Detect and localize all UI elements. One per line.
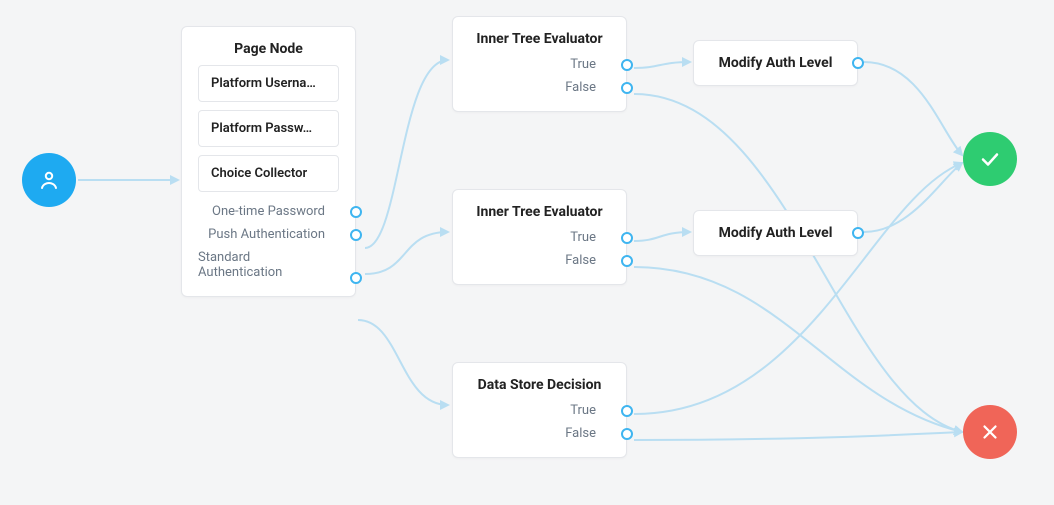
flow-canvas[interactable]: Page Node Platform Userna… Platform Pass… — [0, 0, 1054, 505]
node-title: Inner Tree Evaluator — [469, 31, 610, 47]
output-port[interactable] — [852, 227, 864, 239]
node-output[interactable]: True — [469, 53, 610, 76]
output-port[interactable] — [350, 229, 362, 241]
inner-tree-evaluator-node[interactable]: Inner Tree Evaluator True False — [452, 189, 627, 285]
output-label: One-time Password — [212, 204, 339, 219]
output-label: Push Authentication — [208, 227, 339, 242]
node-title: Inner Tree Evaluator — [469, 204, 610, 220]
failure-node[interactable] — [963, 405, 1017, 459]
output-port[interactable] — [621, 255, 633, 267]
modify-auth-level-node[interactable]: Modify Auth Level — [693, 40, 858, 86]
output-port[interactable] — [621, 232, 633, 244]
page-node-item[interactable]: Platform Userna… — [198, 65, 339, 102]
output-port[interactable] — [621, 428, 633, 440]
cross-icon — [979, 421, 1001, 443]
output-port[interactable] — [621, 82, 633, 94]
success-node[interactable] — [963, 132, 1017, 186]
node-output[interactable]: True — [469, 399, 610, 422]
node-output[interactable]: False — [469, 422, 610, 445]
output-label: True — [570, 403, 610, 418]
output-port[interactable] — [350, 206, 362, 218]
output-label: True — [570, 230, 610, 245]
output-label: False — [565, 253, 610, 268]
page-node-output[interactable]: One-time Password — [198, 200, 339, 223]
output-label: Standard Authentication — [198, 250, 339, 280]
inner-tree-evaluator-node[interactable]: Inner Tree Evaluator True False — [452, 16, 627, 112]
person-icon — [37, 168, 61, 192]
check-icon — [978, 147, 1002, 171]
data-store-decision-node[interactable]: Data Store Decision True False — [452, 362, 627, 458]
modify-auth-level-node[interactable]: Modify Auth Level — [693, 210, 858, 256]
node-output[interactable]: False — [469, 76, 610, 99]
page-node-output[interactable]: Standard Authentication — [198, 246, 339, 284]
start-node[interactable] — [22, 153, 76, 207]
output-port[interactable] — [350, 272, 362, 284]
page-node-item[interactable]: Platform Passw… — [198, 110, 339, 147]
node-output[interactable]: True — [469, 226, 610, 249]
page-node-title: Page Node — [198, 41, 339, 57]
output-label: False — [565, 426, 610, 441]
node-title: Data Store Decision — [469, 377, 610, 393]
page-node-output[interactable]: Push Authentication — [198, 223, 339, 246]
node-title: Modify Auth Level — [719, 55, 833, 71]
output-port[interactable] — [852, 57, 864, 69]
page-node[interactable]: Page Node Platform Userna… Platform Pass… — [181, 26, 356, 297]
output-port[interactable] — [621, 405, 633, 417]
node-title: Modify Auth Level — [719, 225, 833, 241]
output-label: False — [565, 80, 610, 95]
output-port[interactable] — [621, 59, 633, 71]
page-node-item[interactable]: Choice Collector — [198, 155, 339, 192]
output-label: True — [570, 57, 610, 72]
node-output[interactable]: False — [469, 249, 610, 272]
